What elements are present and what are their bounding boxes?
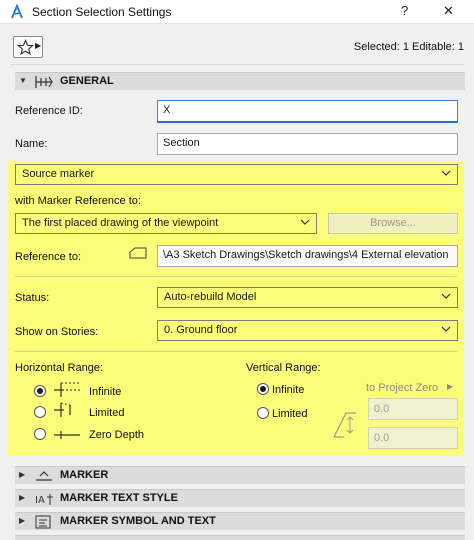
archicad-app-icon (11, 4, 23, 19)
symbol-text-icon (35, 515, 51, 529)
horizontal-range-label: Horizontal Range: (15, 362, 104, 374)
horizontal-option-infinite: Infinite (89, 386, 122, 398)
marker-type-value: Source marker (22, 168, 95, 180)
marker-symbol-text-label: MARKER SYMBOL AND TEXT (60, 515, 216, 527)
star-icon (17, 39, 34, 56)
vertical-option-infinite: Infinite (272, 384, 305, 396)
general-section-label: GENERAL (60, 75, 114, 87)
status-value: Auto-rebuild Model (164, 291, 257, 303)
layout-reference-icon (129, 247, 147, 259)
marker-text-style-header[interactable]: ▶ IA MARKER TEXT STYLE (15, 489, 465, 507)
general-section-header[interactable]: ▼ GENERAL (15, 72, 465, 90)
expand-triangle-icon: ▶ (19, 516, 26, 525)
show-on-stories-dropdown[interactable]: 0. Ground floor (157, 320, 458, 341)
marker-symbol-text-header[interactable]: ▶ MARKER SYMBOL AND TEXT (15, 512, 465, 530)
chevron-right-icon: ▶ (447, 382, 454, 391)
selection-count: Selected: 1 Editable: 1 (353, 41, 464, 53)
browse-button[interactable]: Browse... (328, 213, 458, 234)
marker-text-style-label: MARKER TEXT STYLE (60, 492, 178, 504)
favorites-button[interactable]: ▶ (13, 36, 43, 58)
vertical-limit-bottom-input[interactable]: 0.0 (368, 427, 458, 449)
divider (15, 276, 457, 277)
reference-id-input[interactable]: X (157, 100, 458, 123)
marker-section-label: MARKER (60, 469, 109, 481)
expand-triangle-icon: ▶ (19, 470, 26, 479)
vertical-limit-top-input[interactable]: 0.0 (368, 398, 458, 420)
horizontal-limited-radio[interactable] (34, 406, 46, 418)
next-section-header[interactable] (15, 535, 465, 540)
section-tool-icon (35, 76, 53, 88)
help-button[interactable]: ? (401, 3, 408, 18)
toolbar-divider (10, 64, 464, 65)
window-title: Section Selection Settings (32, 5, 172, 19)
reference-to-path: \A3 Sketch Drawings\Sketch drawings\4 Ex… (157, 245, 458, 267)
show-on-stories-label: Show on Stories: (15, 326, 99, 338)
status-label: Status: (15, 292, 50, 304)
marker-type-dropdown[interactable]: Source marker (15, 164, 458, 185)
collapse-triangle-icon: ▼ (19, 76, 27, 85)
horizontal-option-zero-depth: Zero Depth (89, 429, 145, 441)
zero-depth-icon (54, 431, 80, 439)
chevron-right-icon: ▶ (35, 41, 42, 50)
marker-reference-value: The first placed drawing of the viewpoin… (22, 217, 219, 229)
show-on-stories-value: 0. Ground floor (164, 324, 238, 336)
title-bar: Section Selection Settings ? ✕ (0, 0, 474, 24)
svg-text:IA: IA (35, 495, 45, 506)
reference-id-label: Reference ID: (15, 105, 83, 117)
chevron-down-icon (441, 170, 451, 176)
to-project-zero-label: to Project Zero (366, 382, 439, 394)
marker-icon (36, 471, 52, 481)
horizontal-option-limited: Limited (89, 407, 125, 419)
name-label: Name: (15, 138, 48, 150)
vertical-limited-radio[interactable] (257, 407, 269, 419)
close-button[interactable]: ✕ (443, 3, 454, 19)
name-input[interactable]: Section (157, 133, 458, 155)
horizontal-zero-depth-radio[interactable] (34, 428, 46, 440)
horizontal-infinite-radio[interactable] (34, 385, 46, 397)
marker-reference-dropdown[interactable]: The first placed drawing of the viewpoin… (15, 213, 317, 234)
vertical-option-limited: Limited (272, 408, 308, 420)
reference-to-label: Reference to: (15, 251, 82, 263)
marker-section-header[interactable]: ▶ MARKER (15, 466, 465, 484)
limited-depth-icon (54, 402, 71, 417)
chevron-down-icon (441, 293, 451, 299)
vertical-range-icon (333, 412, 356, 438)
chevron-down-icon (300, 219, 310, 225)
infinite-depth-icon (54, 382, 80, 397)
vertical-infinite-radio[interactable] (257, 383, 269, 395)
text-style-icon: IA (35, 494, 53, 506)
divider (15, 351, 457, 352)
expand-triangle-icon: ▶ (19, 493, 26, 502)
vertical-range-label: Vertical Range: (246, 362, 321, 374)
with-marker-ref-label: with Marker Reference to: (15, 195, 141, 207)
chevron-down-icon (441, 326, 451, 332)
status-dropdown[interactable]: Auto-rebuild Model (157, 287, 458, 308)
